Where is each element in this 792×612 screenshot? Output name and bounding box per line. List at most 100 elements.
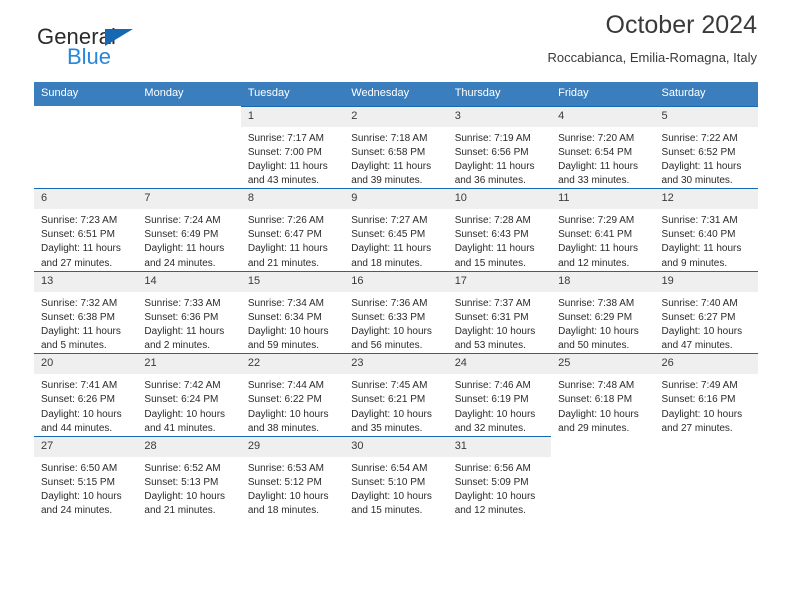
daylight-text-line2: and 18 minutes. (351, 257, 423, 269)
calendar-day-cell[interactable]: 26 Sunrise: 7:49 AM Sunset: 6:16 PM Dayligh… (654, 353, 758, 437)
sunrise-text: Sunrise: 7:26 AM (247, 215, 324, 227)
day-sun-info: Sunrise: 7:45 AM Sunset: 6:21 PM Daylight:… (344, 374, 447, 436)
calendar-day-cell[interactable]: 19 Sunrise: 7:40 AM Sunset: 6:27 PM Dayligh… (654, 270, 758, 354)
day-sun-info: Sunrise: 7:46 AM Sunset: 6:19 PM Daylight:… (448, 374, 551, 436)
daylight-text-line1: Daylight: 11 hours (454, 160, 535, 172)
weekday-header-wednesday: Wednesday (344, 82, 448, 107)
calendar-cell-empty (654, 436, 758, 519)
calendar-day-cell[interactable]: 29 Sunrise: 6:53 AM Sunset: 5:12 PM Dayligh… (240, 435, 345, 519)
daylight-text-line1: Daylight: 10 hours (41, 408, 122, 420)
daylight-text-line1: Daylight: 11 hours (41, 326, 121, 338)
calendar-day-cell[interactable]: 16 Sunrise: 7:36 AM Sunset: 6:33 PM Dayligh… (344, 270, 448, 354)
sunset-text: Sunset: 6:56 PM (454, 146, 529, 158)
daylight-text-line2: and 39 minutes. (351, 175, 423, 187)
sunset-text: Sunset: 6:33 PM (351, 311, 426, 323)
general-blue-logo[interactable]: General Blue (37, 26, 167, 74)
daylight-text-line1: Daylight: 11 hours (144, 326, 225, 338)
calendar-day-cell[interactable]: 31 Sunrise: 6:56 AM Sunset: 5:09 PM Dayligh… (447, 435, 552, 519)
calendar-day-cell[interactable]: 1 Sunrise: 7:17 AM Sunset: 7:00 PM Daylight… (240, 105, 345, 189)
daylight-text-line2: and 32 minutes. (454, 422, 526, 434)
calendar-day-cell[interactable]: 25 Sunrise: 7:48 AM Sunset: 6:18 PM Dayligh… (551, 353, 655, 437)
daylight-text-line1: Daylight: 11 hours (661, 160, 742, 172)
day-sun-info: Sunrise: 7:44 AM Sunset: 6:22 PM Daylight:… (241, 374, 344, 436)
day-sun-info: Sunrise: 7:27 AM Sunset: 6:45 PM Daylight:… (344, 209, 447, 271)
daylight-text-line1: Daylight: 10 hours (351, 491, 432, 503)
sunrise-text: Sunrise: 7:17 AM (247, 132, 324, 144)
sunrise-text: Sunrise: 7:23 AM (41, 215, 118, 227)
weekday-header-row: Sunday Monday Tuesday Wednesday Thursday… (34, 82, 758, 107)
day-sun-info: Sunrise: 7:37 AM Sunset: 6:31 PM Daylight:… (448, 292, 551, 354)
calendar-day-cell[interactable]: 2 Sunrise: 7:18 AM Sunset: 6:58 PM Daylight… (344, 105, 448, 189)
sunrise-text: Sunrise: 7:48 AM (558, 380, 635, 392)
calendar-day-cell[interactable]: 18 Sunrise: 7:38 AM Sunset: 6:29 PM Dayligh… (551, 270, 655, 354)
day-number: 13 (34, 271, 138, 292)
calendar-day-cell[interactable]: 24 Sunrise: 7:46 AM Sunset: 6:19 PM Dayligh… (447, 353, 552, 437)
calendar-day-cell[interactable]: 30 Sunrise: 6:54 AM Sunset: 5:10 PM Dayligh… (344, 435, 448, 519)
sunrise-text: Sunrise: 7:18 AM (351, 132, 428, 144)
sunrise-text: Sunrise: 7:31 AM (661, 215, 738, 227)
calendar-day-cell[interactable]: 6 Sunrise: 7:23 AM Sunset: 6:51 PM Daylight… (34, 188, 138, 272)
day-number: 11 (551, 189, 655, 210)
calendar-day-cell[interactable]: 22 Sunrise: 7:44 AM Sunset: 6:22 PM Dayligh… (240, 353, 345, 437)
day-sun-info: Sunrise: 7:24 AM Sunset: 6:49 PM Daylight:… (137, 209, 240, 271)
day-number: 4 (551, 106, 655, 127)
daylight-text-line2: and 27 minutes. (661, 422, 733, 434)
sunset-text: Sunset: 5:13 PM (144, 476, 219, 488)
sunset-text: Sunset: 6:26 PM (41, 394, 115, 406)
sunrise-text: Sunrise: 7:27 AM (351, 215, 428, 227)
sunrise-text: Sunrise: 7:37 AM (454, 297, 531, 309)
calendar-day-cell[interactable]: 13 Sunrise: 7:32 AM Sunset: 6:38 PM Dayligh… (34, 270, 138, 354)
daylight-text-line1: Daylight: 10 hours (247, 491, 329, 503)
daylight-text-line1: Daylight: 10 hours (351, 326, 432, 338)
day-number: 22 (240, 354, 345, 375)
day-number: 9 (344, 189, 448, 210)
day-sun-info: Sunrise: 6:54 AM Sunset: 5:10 PM Daylight:… (344, 457, 447, 519)
sunrise-text: Sunrise: 7:32 AM (41, 297, 118, 309)
calendar-day-cell[interactable]: 17 Sunrise: 7:37 AM Sunset: 6:31 PM Dayligh… (447, 270, 552, 354)
day-sun-info: Sunrise: 7:33 AM Sunset: 6:36 PM Daylight:… (137, 292, 240, 354)
calendar-day-cell[interactable]: 11 Sunrise: 7:29 AM Sunset: 6:41 PM Dayligh… (551, 188, 655, 272)
day-number: 17 (447, 271, 552, 292)
daylight-text-line1: Daylight: 10 hours (558, 408, 639, 420)
calendar-cell-empty (551, 436, 655, 519)
day-sun-info: Sunrise: 7:32 AM Sunset: 6:38 PM Daylight:… (34, 292, 137, 354)
sunrise-text: Sunrise: 7:40 AM (661, 297, 738, 309)
calendar-day-cell[interactable]: 20 Sunrise: 7:41 AM Sunset: 6:26 PM Dayligh… (34, 353, 138, 437)
day-number: 29 (240, 437, 345, 457)
calendar-day-cell[interactable]: 7 Sunrise: 7:24 AM Sunset: 6:49 PM Daylight… (137, 188, 241, 272)
daylight-text-line1: Daylight: 10 hours (144, 491, 226, 503)
daylight-text-line1: Daylight: 11 hours (661, 243, 742, 255)
day-number: 20 (34, 354, 138, 375)
calendar-day-cell[interactable]: 12 Sunrise: 7:31 AM Sunset: 6:40 PM Dayligh… (654, 188, 758, 272)
calendar-day-cell[interactable]: 14 Sunrise: 7:33 AM Sunset: 6:36 PM Dayligh… (137, 270, 241, 354)
weekday-header-monday: Monday (137, 82, 241, 107)
daylight-text-line1: Daylight: 11 hours (558, 160, 638, 172)
calendar-day-cell[interactable]: 23 Sunrise: 7:45 AM Sunset: 6:21 PM Dayligh… (344, 353, 448, 437)
daylight-text-line1: Daylight: 10 hours (144, 408, 226, 420)
sunset-text: Sunset: 6:43 PM (454, 229, 529, 241)
day-number: 6 (34, 189, 138, 210)
calendar-day-cell[interactable]: 4 Sunrise: 7:20 AM Sunset: 6:54 PM Daylight… (551, 105, 655, 189)
calendar-body: 1 Sunrise: 7:17 AM Sunset: 7:00 PM Daylight… (34, 105, 758, 519)
calendar-day-cell[interactable]: 21 Sunrise: 7:42 AM Sunset: 6:24 PM Dayligh… (137, 353, 241, 437)
sunrise-text: Sunrise: 7:34 AM (247, 297, 324, 309)
day-number: 16 (344, 271, 448, 292)
sunset-text: Sunset: 6:49 PM (144, 229, 219, 241)
calendar-day-cell[interactable]: 9 Sunrise: 7:27 AM Sunset: 6:45 PM Daylight… (344, 188, 448, 272)
daylight-text-line1: Daylight: 10 hours (247, 326, 329, 338)
sunrise-text: Sunrise: 7:36 AM (351, 297, 428, 309)
calendar-day-cell[interactable]: 10 Sunrise: 7:28 AM Sunset: 6:43 PM Dayligh… (447, 188, 552, 272)
daylight-text-line1: Daylight: 10 hours (558, 326, 639, 338)
calendar-day-cell[interactable]: 27 Sunrise: 6:50 AM Sunset: 5:15 PM Dayligh… (34, 435, 138, 519)
day-number: 12 (654, 189, 758, 210)
day-number: 2 (344, 106, 448, 127)
sunrise-text: Sunrise: 7:20 AM (558, 132, 635, 144)
daylight-text-line2: and 38 minutes. (247, 422, 320, 434)
calendar-day-cell[interactable]: 28 Sunrise: 6:52 AM Sunset: 5:13 PM Dayligh… (137, 435, 241, 519)
calendar-cell-empty (137, 106, 241, 189)
calendar-day-cell[interactable]: 8 Sunrise: 7:26 AM Sunset: 6:47 PM Daylight… (240, 188, 345, 272)
calendar-day-cell[interactable]: 5 Sunrise: 7:22 AM Sunset: 6:52 PM Daylight… (654, 105, 758, 189)
calendar-day-cell[interactable]: 3 Sunrise: 7:19 AM Sunset: 6:56 PM Daylight… (447, 105, 552, 189)
calendar-day-cell[interactable]: 15 Sunrise: 7:34 AM Sunset: 6:34 PM Dayligh… (240, 270, 345, 354)
sunset-text: Sunset: 6:51 PM (41, 229, 115, 241)
